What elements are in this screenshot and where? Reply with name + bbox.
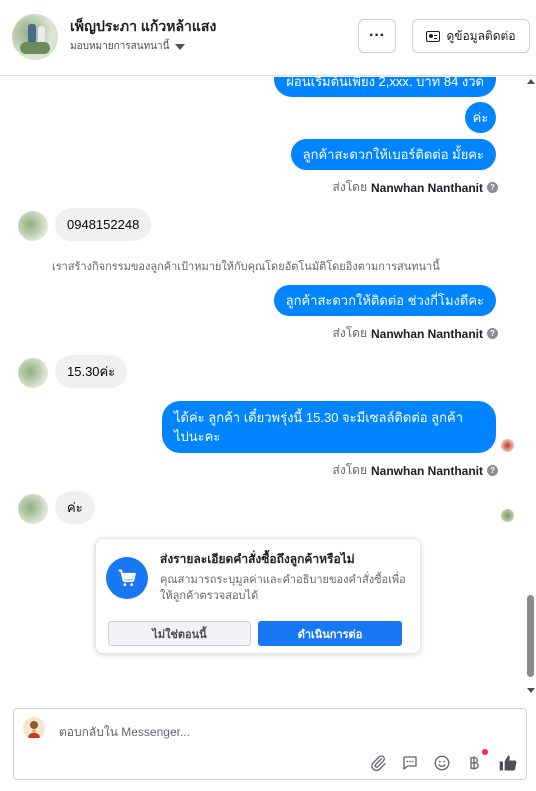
contact-card-icon	[426, 30, 441, 42]
paperclip-icon[interactable]	[368, 753, 388, 773]
reply-input[interactable]: ตอบกลับใน Messenger...	[59, 723, 190, 742]
scroll-down-arrow-icon[interactable]	[527, 688, 535, 693]
emoji-icon[interactable]	[432, 753, 452, 773]
sent-by-prefix: ส่งโดย	[332, 463, 367, 477]
thumbs-up-icon[interactable]	[498, 753, 518, 773]
seen-avatar	[501, 509, 514, 522]
cart-icon	[106, 557, 148, 599]
contact-avatar-small	[18, 358, 48, 388]
contact-name[interactable]: เพ็ญประภา แก้วหล้าแสง	[70, 16, 216, 38]
thread-scrollbar[interactable]	[524, 77, 536, 697]
page-avatar	[23, 717, 45, 739]
contact-avatar[interactable]	[12, 14, 58, 60]
agent-name: Nanwhan Nanthanit	[370, 326, 483, 341]
contact-avatar-small	[18, 494, 48, 524]
more-options-button[interactable]: ···	[358, 19, 396, 53]
baht-icon[interactable]	[464, 753, 484, 773]
incoming-message[interactable]: 0948152248	[55, 208, 152, 241]
continue-button[interactable]: ดำเนินการต่อ	[258, 621, 402, 646]
help-icon[interactable]: ?	[487, 328, 498, 339]
assign-conversation-dropdown[interactable]: มอบหมายการสนทนานี้	[70, 39, 186, 54]
not-now-button[interactable]: ไม่ใช่ตอนนี้	[108, 621, 251, 646]
conversation-header: เพ็ญประภา แก้วหล้าแสง มอบหมายการสนทนานี้…	[0, 0, 536, 76]
sent-by-label: ส่งโดย Nanwhan Nanthanit ?	[333, 324, 498, 343]
caret-down-icon	[175, 43, 186, 50]
scroll-up-arrow-icon[interactable]	[527, 79, 535, 84]
sent-by-prefix: ส่งโดย	[332, 180, 367, 194]
notification-dot	[482, 749, 488, 755]
order-details-prompt: ส่งรายละเอียดคำสั่งซื้อถึงลูกค้าหรือไม่ …	[95, 538, 421, 654]
outgoing-message-line: ไปนะคะ	[174, 429, 221, 444]
sent-by-label: ส่งโดย Nanwhan Nanthanit ?	[333, 461, 498, 480]
incoming-message[interactable]: ค่ะ	[55, 491, 95, 524]
help-icon[interactable]: ?	[487, 182, 498, 193]
order-prompt-description: คุณสามารถระบุมูลค่าและคำอธิบายของคำสั่งซ…	[160, 574, 406, 602]
agent-name: Nanwhan Nanthanit	[370, 463, 483, 478]
outgoing-message[interactable]: ลูกค้าสะดวกให้ติดต่อ ช่วงกี่โมงดีคะ	[273, 285, 496, 316]
assign-label: มอบหมายการสนทนานี้	[70, 41, 170, 52]
view-contact-button[interactable]: ดูข้อมูลติดต่อ	[412, 19, 530, 53]
help-icon[interactable]: ?	[487, 465, 498, 476]
sent-by-label: ส่งโดย Nanwhan Nanthanit ?	[333, 178, 498, 197]
incoming-message[interactable]: 15.30ค่ะ	[55, 355, 128, 388]
outgoing-message-line: ได้ค่ะ ลูกค้า เดี๋ยวพรุ่งนี้ 15.30 จะมีเ…	[174, 410, 464, 425]
seen-avatar	[501, 439, 514, 452]
outgoing-message[interactable]: ลูกค้าสะดวกให้เบอร์ติดต่อ มั้ยคะ	[290, 139, 496, 170]
saved-reply-icon[interactable]	[400, 753, 420, 773]
outgoing-message[interactable]: ผ่อนเริ่มต้นเพียง 2,xxx. บาท 84 งวด	[274, 77, 496, 97]
scroll-thumb[interactable]	[527, 595, 534, 677]
order-prompt-title: ส่งรายละเอียดคำสั่งซื้อถึงลูกค้าหรือไม่	[160, 552, 355, 566]
contact-avatar-small	[18, 211, 48, 241]
outgoing-message[interactable]: ได้ค่ะ ลูกค้า เดี๋ยวพรุ่งนี้ 15.30 จะมีเ…	[162, 401, 496, 453]
reply-composer[interactable]: ตอบกลับใน Messenger...	[13, 708, 527, 780]
system-notice: เราสร้างกิจกรรมของลูกค้าเป้าหมายให้กับคุ…	[52, 261, 440, 273]
view-contact-label: ดูข้อมูลติดต่อ	[446, 28, 516, 43]
sent-by-prefix: ส่งโดย	[332, 326, 367, 340]
agent-name: Nanwhan Nanthanit	[370, 180, 483, 195]
outgoing-message[interactable]: ค่ะ	[465, 102, 496, 133]
